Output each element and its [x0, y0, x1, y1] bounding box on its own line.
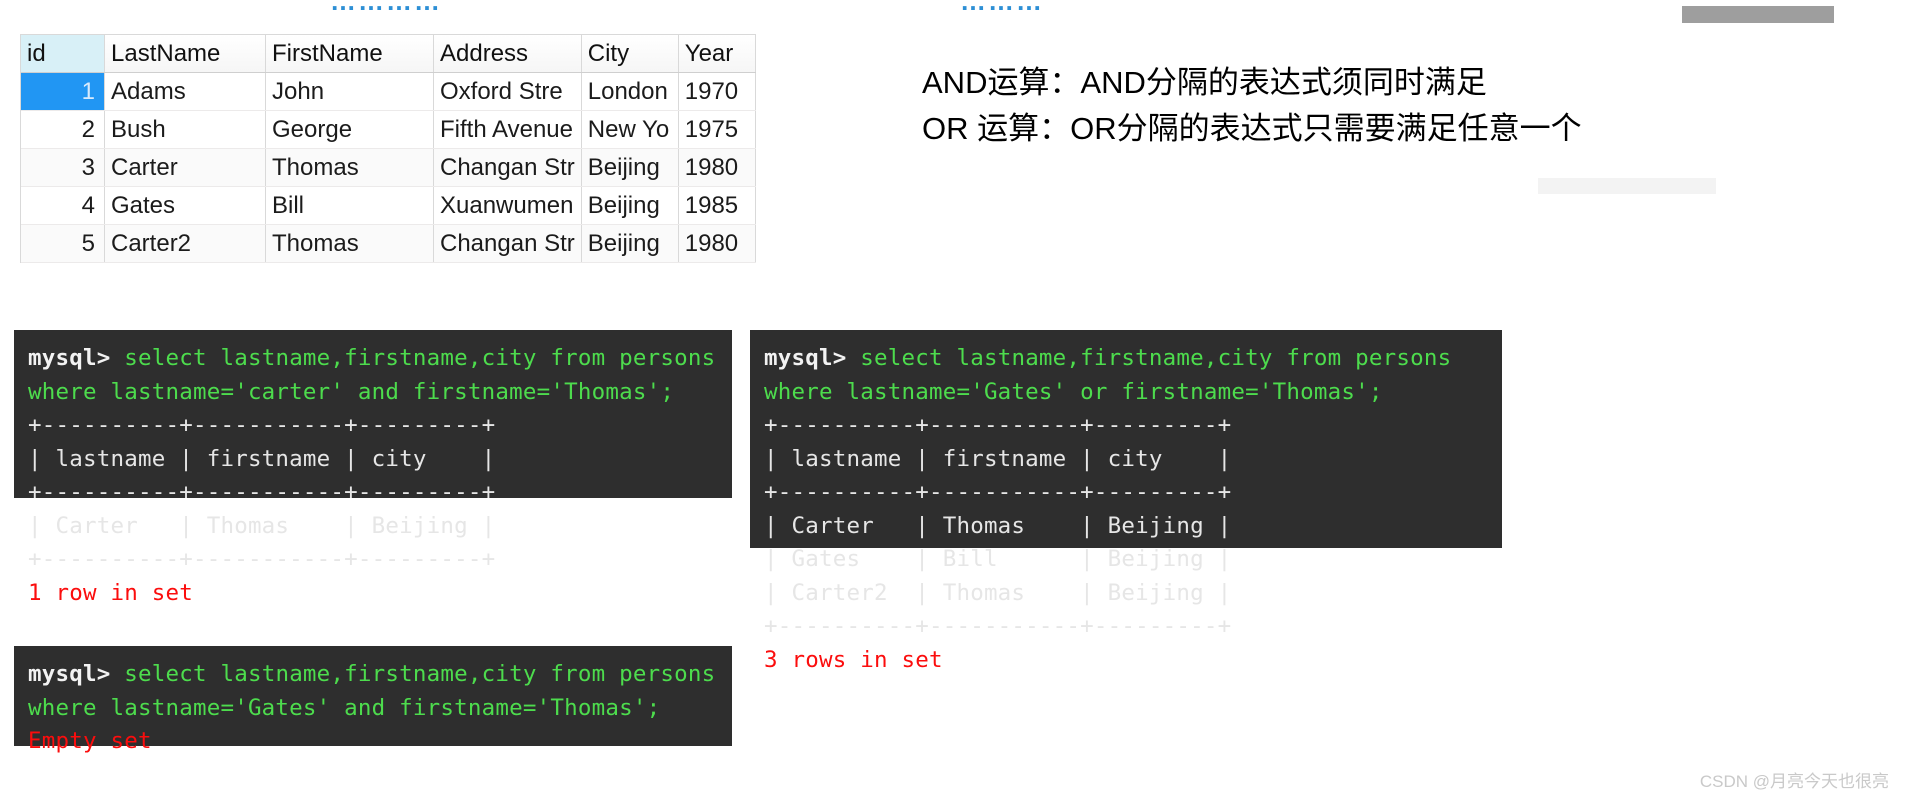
cell-year[interactable]: 1975	[678, 110, 756, 149]
mysql-prompt: mysql>	[764, 345, 861, 371]
cell-firstname[interactable]: Bill	[265, 186, 434, 225]
csdn-watermark: CSDN @月亮今天也很亮	[1699, 772, 1889, 791]
table-row[interactable]: 1 Adams John Oxford Stre London 1970	[21, 72, 756, 111]
result-separator-mid: +----------+-----------+---------+	[764, 479, 1232, 505]
result-separator-bottom: +----------+-----------+---------+	[764, 613, 1232, 639]
sql-query-line-1: select lastname,firstname,city from pers…	[860, 345, 1452, 371]
operator-notes: AND运算：AND分隔的表达式须同时满足 OR 运算：OR分隔的表达式只需要满足…	[922, 60, 1582, 152]
cell-lastname[interactable]: Bush	[104, 110, 266, 149]
cell-address[interactable]: Changan Str	[433, 148, 582, 187]
terminal-and-empty: mysql> select lastname,firstname,city fr…	[14, 646, 732, 754]
cut-off-heading-left: …………	[330, 0, 442, 16]
column-header-year[interactable]: Year	[678, 35, 756, 73]
cell-city[interactable]: New Yo	[581, 110, 679, 149]
sql-query-line-1: select lastname,firstname,city from pers…	[124, 345, 716, 371]
cell-city[interactable]: Beijing	[581, 148, 679, 187]
cell-year[interactable]: 1980	[678, 148, 756, 187]
cell-lastname[interactable]: Carter2	[104, 224, 266, 263]
mysql-prompt: mysql>	[28, 345, 125, 371]
cell-year[interactable]: 1970	[678, 72, 756, 111]
sql-query-line-2: where lastname='Gates' or firstname='Tho…	[764, 378, 1383, 405]
cell-id[interactable]: 4	[21, 186, 105, 225]
cell-address[interactable]: Fifth Avenue	[433, 110, 582, 149]
column-header-id[interactable]: id	[21, 35, 105, 73]
cell-year[interactable]: 1985	[678, 186, 756, 225]
cell-address[interactable]: Oxford Stre	[433, 72, 582, 111]
cell-address[interactable]: Changan Str	[433, 224, 582, 263]
table-header-row: id LastName FirstName Address City Year	[21, 35, 756, 73]
cell-lastname[interactable]: Gates	[104, 186, 266, 225]
cell-id[interactable]: 5	[21, 224, 105, 263]
column-header-address[interactable]: Address	[433, 35, 582, 73]
result-header-row: | lastname | firstname | city |	[28, 445, 496, 472]
cell-city[interactable]: Beijing	[581, 224, 679, 263]
cell-firstname[interactable]: John	[265, 72, 434, 111]
result-data-row: | Gates | Bill | Beijing |	[764, 546, 1232, 572]
cell-address[interactable]: Xuanwumen	[433, 186, 582, 225]
cell-lastname[interactable]: Adams	[104, 72, 266, 111]
result-data-row: | Carter2 | Thomas | Beijing |	[764, 579, 1232, 606]
cell-lastname[interactable]: Carter	[104, 148, 266, 187]
note-and-line: AND运算：AND分隔的表达式须同时满足	[922, 65, 1487, 100]
table-row[interactable]: 4 Gates Bill Xuanwumen Beijing 1985	[21, 186, 756, 225]
sql-query-line-2: where lastname='carter' and firstname='T…	[28, 378, 675, 405]
persons-table: id LastName FirstName Address City Year …	[20, 34, 756, 263]
sql-query-line-1: select lastname,firstname,city from pers…	[124, 661, 716, 687]
table-row[interactable]: 5 Carter2 Thomas Changan Str Beijing 198…	[21, 224, 756, 263]
column-header-firstname[interactable]: FirstName	[265, 35, 434, 73]
mysql-prompt: mysql>	[28, 661, 125, 687]
result-separator-mid: +----------+-----------+---------+	[28, 479, 496, 505]
cell-firstname[interactable]: Thomas	[265, 148, 434, 187]
cell-firstname[interactable]: Thomas	[265, 224, 434, 263]
note-or-line: OR 运算：OR分隔的表达式只需要满足任意一个	[922, 111, 1582, 146]
column-header-lastname[interactable]: LastName	[104, 35, 266, 73]
result-status: 1 row in set	[28, 579, 193, 606]
result-status: Empty set	[28, 728, 152, 754]
result-separator-bottom: +----------+-----------+---------+	[28, 546, 496, 572]
sql-query-line-2: where lastname='Gates' and firstname='Th…	[28, 694, 661, 721]
column-header-city[interactable]: City	[581, 35, 679, 73]
terminal-and-match: mysql> select lastname,firstname,city fr…	[14, 330, 732, 606]
table-row[interactable]: 3 Carter Thomas Changan Str Beijing 1980	[21, 148, 756, 187]
result-separator-top: +----------+-----------+---------+	[28, 412, 496, 438]
terminal-or-match: mysql> select lastname,firstname,city fr…	[750, 330, 1502, 673]
redaction-bar-dark	[1682, 6, 1834, 23]
cell-id[interactable]: 2	[21, 110, 105, 149]
cell-year[interactable]: 1980	[678, 224, 756, 263]
result-data-row: | Carter | Thomas | Beijing |	[28, 512, 496, 539]
result-header-row: | lastname | firstname | city |	[764, 445, 1232, 472]
cut-off-heading-right: ………	[960, 0, 1044, 16]
table-row[interactable]: 2 Bush George Fifth Avenue New Yo 1975	[21, 110, 756, 149]
cell-firstname[interactable]: George	[265, 110, 434, 149]
result-status: 3 rows in set	[764, 646, 943, 673]
redaction-bar-light	[1538, 178, 1716, 194]
cell-id[interactable]: 1	[21, 72, 105, 111]
result-data-row: | Carter | Thomas | Beijing |	[764, 512, 1232, 539]
cell-city[interactable]: Beijing	[581, 186, 679, 225]
result-separator-top: +----------+-----------+---------+	[764, 412, 1232, 438]
cell-city[interactable]: London	[581, 72, 679, 111]
cell-id[interactable]: 3	[21, 148, 105, 187]
